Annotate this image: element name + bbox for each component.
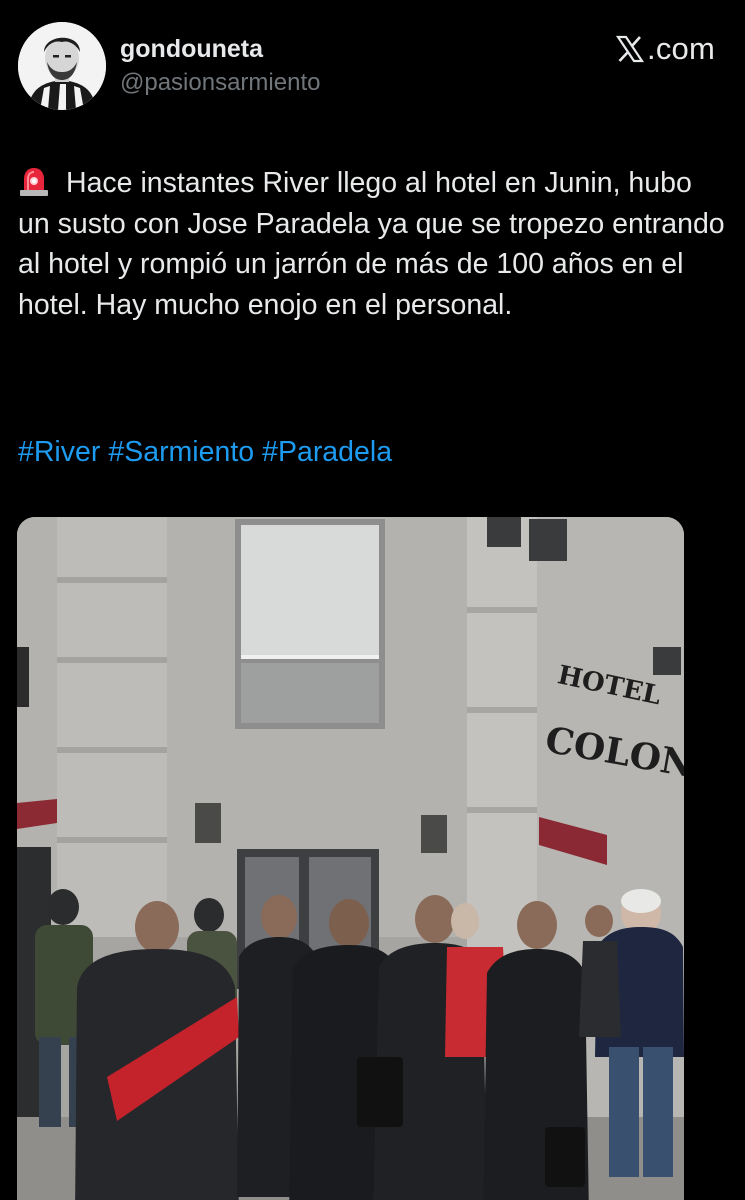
hashtag-list: #River #Sarmiento #Paradela [18, 432, 400, 472]
user-handle[interactable]: @pasionsarmiento [120, 68, 320, 98]
tweet-card: gondouneta @pasionsarmiento .com Hace in… [0, 0, 745, 1200]
x-brand[interactable]: .com [615, 32, 715, 66]
display-name[interactable]: gondouneta [120, 34, 320, 64]
user-info: gondouneta @pasionsarmiento [120, 34, 320, 98]
tweet-photo[interactable]: HOTEL COLON [17, 517, 684, 1200]
tweet-text: Hace instantes River llego al hotel en J… [18, 167, 725, 321]
tweet-header: gondouneta @pasionsarmiento .com [18, 22, 715, 114]
hashtag-river[interactable]: #River [18, 436, 100, 468]
hashtag-paradela[interactable]: #Paradela [262, 436, 392, 468]
tweet-body: Hace instantes River llego al hotel en J… [18, 163, 730, 325]
user-avatar-icon[interactable] [18, 22, 106, 110]
photo-scene: HOTEL COLON [17, 517, 684, 1200]
brand-domain: .com [647, 31, 715, 66]
x-logo-icon [615, 35, 645, 63]
police-siren-icon [20, 168, 48, 196]
hashtag-sarmiento[interactable]: #Sarmiento [108, 436, 254, 468]
